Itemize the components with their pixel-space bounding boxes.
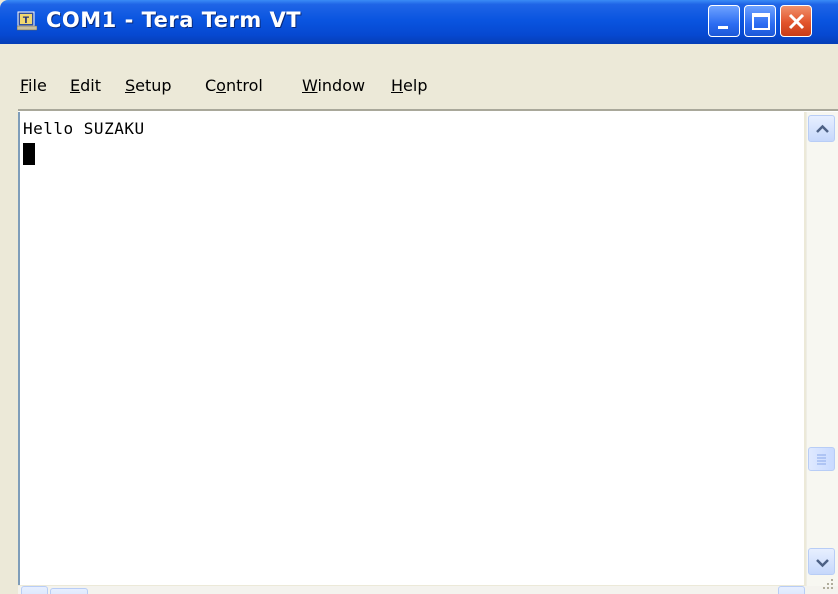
grip-lines-icon — [817, 454, 826, 465]
menu-setup[interactable]: Setup — [125, 76, 172, 95]
tera-term-icon: T — [17, 11, 37, 31]
menu-help[interactable]: Help — [391, 76, 427, 95]
minimize-icon — [718, 26, 728, 29]
scroll-right-button[interactable] — [778, 586, 805, 594]
menu-edit-label: Edit — [70, 76, 101, 95]
menu-setup-label: Setup — [125, 76, 172, 95]
scroll-up-button[interactable] — [808, 115, 835, 142]
chevron-down-icon — [816, 559, 829, 568]
menu-edit[interactable]: Edit — [70, 76, 101, 95]
terminal-cursor — [23, 143, 35, 165]
maximize-button[interactable] — [744, 5, 776, 37]
scroll-left-button[interactable] — [21, 586, 48, 594]
minimize-button[interactable] — [708, 5, 740, 37]
svg-text:T: T — [23, 16, 30, 26]
menu-control-label: Control — [205, 76, 263, 95]
terminal-line: Hello SUZAKU — [23, 119, 145, 138]
menu-window-label: Window — [302, 76, 366, 95]
window-left-border — [0, 44, 18, 594]
vertical-scrollbar[interactable] — [806, 112, 838, 586]
chevron-left-icon — [22, 587, 49, 594]
resize-grip-icon[interactable] — [814, 574, 836, 592]
menu-file-label: File — [20, 76, 47, 95]
tera-term-window: T COM1 - Tera Term VT File Edit Setup Co… — [0, 0, 838, 594]
title-bar[interactable]: T COM1 - Tera Term VT — [0, 0, 838, 44]
horizontal-scrollbar[interactable] — [18, 586, 838, 594]
terminal-area[interactable]: Hello SUZAKU — [18, 112, 804, 585]
chevron-right-icon — [779, 587, 806, 594]
vertical-scroll-thumb[interactable] — [808, 447, 835, 471]
menu-file[interactable]: File — [20, 76, 47, 95]
window-title: COM1 - Tera Term VT — [46, 8, 302, 32]
chevron-up-icon — [816, 124, 829, 133]
horizontal-scroll-thumb[interactable] — [50, 588, 88, 594]
grip-lines-icon — [51, 589, 87, 594]
close-icon — [788, 13, 805, 30]
close-button[interactable] — [780, 5, 812, 37]
menu-control[interactable]: Control — [205, 76, 263, 95]
menu-window[interactable]: Window — [302, 76, 365, 95]
scroll-down-button[interactable] — [808, 548, 835, 575]
maximize-icon — [752, 13, 770, 30]
menu-help-label: Help — [391, 76, 428, 95]
